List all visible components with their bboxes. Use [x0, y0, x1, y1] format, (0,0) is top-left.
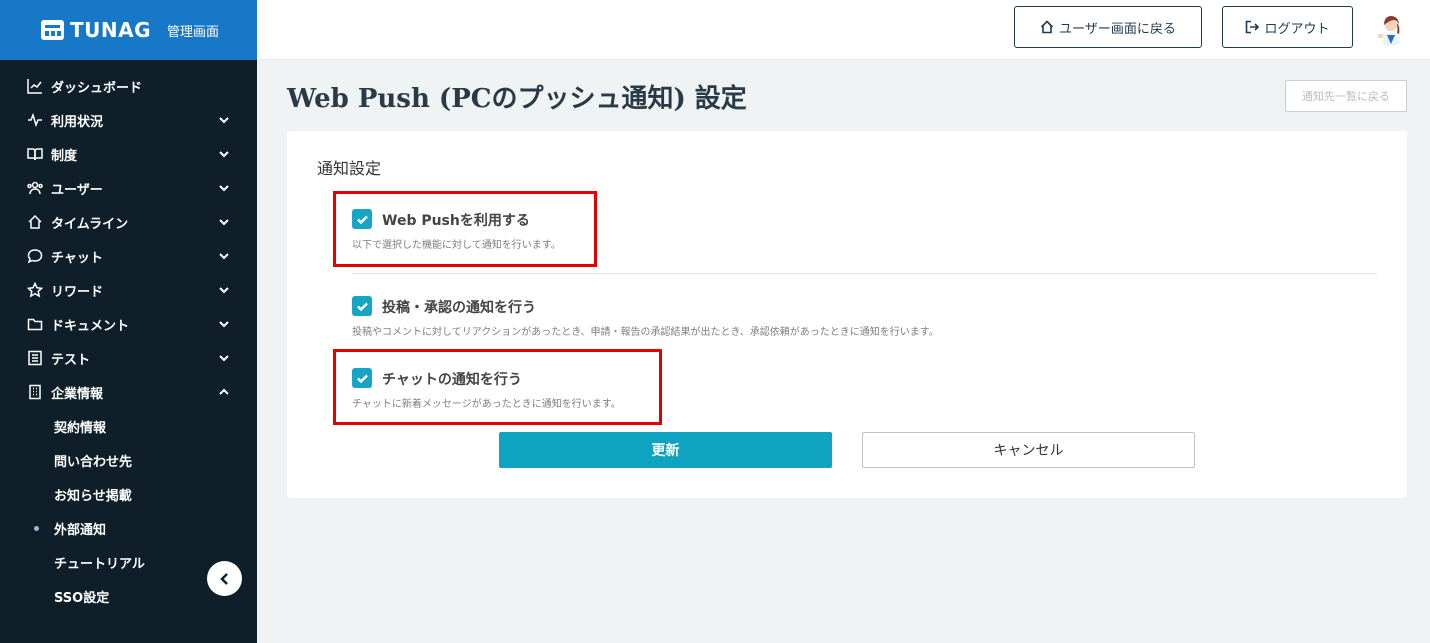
- logout-label: ログアウト: [1264, 21, 1330, 37]
- sidebar-collapse-button[interactable]: [207, 561, 242, 596]
- chevron-left-icon: [219, 572, 228, 585]
- star-icon: [26, 281, 44, 299]
- logout-icon: [1246, 20, 1260, 34]
- post-approval-checkbox[interactable]: [352, 296, 372, 316]
- back-to-user-screen-button[interactable]: ユーザー画面に戻る: [1014, 6, 1202, 48]
- logout-button[interactable]: ログアウト: [1222, 6, 1353, 48]
- sidebar-item-chat[interactable]: チャット: [0, 239, 257, 273]
- sidebar-item-label: 制度: [51, 148, 78, 164]
- chevron-down-icon: [219, 149, 229, 159]
- sidebar-item-label: ダッシュボード: [51, 80, 143, 96]
- chevron-down-icon: [219, 115, 229, 125]
- sidebar-item-label: リワード: [51, 284, 104, 300]
- sidebar-item-label: タイムライン: [51, 216, 129, 232]
- settings-panel: 通知設定 Web Pushを利用する 以下で選択した機能に対して通知を行います。…: [287, 131, 1407, 498]
- highlight-box: [333, 191, 597, 267]
- divider: [352, 273, 1377, 274]
- sidebar-item-company[interactable]: 企業情報: [0, 375, 257, 409]
- check-icon: [356, 302, 368, 311]
- folder-icon: [26, 315, 44, 333]
- tunag-logo-icon: [41, 20, 64, 40]
- sidebar-item-system[interactable]: 制度: [0, 137, 257, 171]
- brand-sub: 管理画面: [167, 24, 220, 40]
- page-title: Web Push (PCのプッシュ通知) 設定: [287, 84, 747, 114]
- sidebar-item-users[interactable]: ユーザー: [0, 171, 257, 205]
- sidebar-item-label: チャット: [51, 250, 103, 266]
- home-icon: [1041, 20, 1054, 34]
- sidebar-subitem-contact[interactable]: 問い合わせ先: [0, 443, 257, 477]
- option-description: 投稿やコメントに対してリアクションがあったとき、申請・報告の承認結果が出たとき、…: [352, 327, 939, 338]
- pulse-icon: [26, 111, 44, 129]
- sidebar-item-label: 利用状況: [51, 114, 104, 130]
- back-to-list-button[interactable]: 通知先一覧に戻る: [1285, 80, 1407, 112]
- chevron-down-icon: [219, 183, 229, 193]
- sidebar-subitem-external-notification[interactable]: 外部通知: [0, 511, 257, 545]
- back-to-user-screen-label: ユーザー画面に戻る: [1059, 21, 1176, 37]
- brand-name: TUNAG: [70, 18, 152, 42]
- sidebar-item-test[interactable]: テスト: [0, 341, 257, 375]
- brand-logo[interactable]: TUNAG 管理画面: [41, 18, 219, 42]
- cancel-button[interactable]: キャンセル: [862, 432, 1195, 468]
- sidebar-item-label: 企業情報: [51, 386, 104, 402]
- chat-icon: [26, 247, 44, 265]
- users-icon: [26, 179, 44, 197]
- sidebar-item-usage[interactable]: 利用状況: [0, 103, 257, 137]
- home-icon: [26, 213, 44, 231]
- chevron-down-icon: [219, 319, 229, 329]
- chevron-down-icon: [219, 251, 229, 261]
- highlight-box: [333, 349, 662, 425]
- chevron-down-icon: [219, 285, 229, 295]
- list-icon: [26, 349, 44, 367]
- user-avatar-icon: [1373, 10, 1409, 46]
- sidebar-item-label: ドキュメント: [51, 318, 130, 334]
- avatar[interactable]: [1373, 10, 1409, 46]
- sidebar-item-label: テスト: [51, 352, 91, 368]
- section-title: 通知設定: [317, 159, 382, 178]
- top-header: ユーザー画面に戻る ログアウト: [257, 0, 1430, 60]
- sidebar-item-timeline[interactable]: タイムライン: [0, 205, 257, 239]
- sidebar-item-dashboard[interactable]: ダッシュボード: [0, 69, 257, 103]
- sidebar-item-reward[interactable]: リワード: [0, 273, 257, 307]
- sidebar-nav: ダッシュボード 利用状況 制度 ユーザー タイムライン チャット リワード ドキ…: [0, 69, 257, 613]
- sidebar-item-document[interactable]: ドキュメント: [0, 307, 257, 341]
- sidebar-subitem-contract[interactable]: 契約情報: [0, 409, 257, 443]
- chevron-down-icon: [219, 353, 229, 363]
- book-icon: [26, 145, 44, 163]
- sidebar: TUNAG 管理画面 ダッシュボード 利用状況 制度 ユーザー タイムライン チ…: [0, 0, 257, 643]
- sidebar-subitem-notice[interactable]: お知らせ掲載: [0, 477, 257, 511]
- option-label: 投稿・承認の通知を行う: [382, 300, 536, 316]
- update-button[interactable]: 更新: [499, 432, 832, 468]
- chart-icon: [26, 77, 44, 95]
- chevron-down-icon: [219, 217, 229, 227]
- sidebar-item-label: ユーザー: [51, 182, 103, 198]
- brand-bar: TUNAG 管理画面: [0, 0, 257, 60]
- building-icon: [26, 383, 44, 401]
- chevron-up-icon: [219, 387, 229, 397]
